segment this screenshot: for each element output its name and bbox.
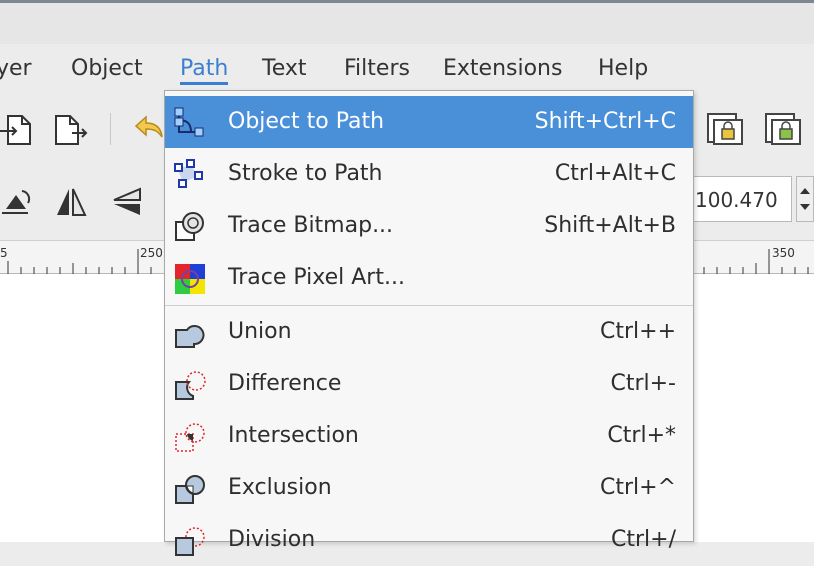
- rotate-icon[interactable]: [0, 185, 34, 223]
- menu-item-intersection[interactable]: Intersection Ctrl+*: [165, 410, 693, 462]
- menu-item-division[interactable]: Division Ctrl+/: [165, 514, 693, 566]
- menu-item-label: Intersection: [228, 423, 359, 448]
- menu-item-label: Exclusion: [228, 475, 332, 500]
- lock-icon[interactable]: [706, 111, 744, 151]
- lock-green-icon[interactable]: [764, 111, 802, 151]
- trace-bitmap-icon: [173, 210, 207, 244]
- menu-item-union[interactable]: Union Ctrl++: [165, 306, 693, 358]
- menu-filters[interactable]: Filters: [344, 44, 410, 91]
- menu-item-difference[interactable]: Difference Ctrl+-: [165, 358, 693, 410]
- difference-icon: [173, 368, 207, 402]
- menu-item-label: Trace Bitmap...: [228, 213, 394, 238]
- union-icon: [173, 316, 207, 350]
- menu-item-label: Stroke to Path: [228, 161, 383, 186]
- export-icon[interactable]: [54, 113, 88, 151]
- menu-item-exclusion[interactable]: Exclusion Ctrl+^: [165, 462, 693, 514]
- menu-item-label: Object to Path: [228, 109, 385, 134]
- menu-item-shortcut: Shift+Ctrl+C: [534, 109, 676, 134]
- menu-path[interactable]: Path: [180, 44, 229, 91]
- menu-text[interactable]: Text: [262, 44, 307, 91]
- menu-item-shortcut: Ctrl+*: [607, 423, 676, 448]
- menu-item-object-to-path[interactable]: Object to Path Shift+Ctrl+C: [165, 96, 693, 148]
- menu-item-label: Division: [228, 527, 316, 552]
- undo-icon[interactable]: [132, 111, 166, 149]
- menu-help[interactable]: Help: [598, 44, 648, 91]
- menu-item-trace-pixel-art[interactable]: Trace Pixel Art...: [165, 252, 693, 304]
- menu-item-shortcut: Ctrl+/: [611, 527, 676, 552]
- object-to-path-icon: [173, 106, 207, 140]
- zoom-value-field[interactable]: 100.470: [690, 176, 792, 222]
- menu-item-shortcut: Ctrl+Alt+C: [554, 161, 676, 186]
- menu-item-trace-bitmap[interactable]: Trace Bitmap... Shift+Alt+B: [165, 200, 693, 252]
- toolbar-separator: [110, 113, 111, 145]
- spinner-arrows-icon: [800, 188, 810, 210]
- path-menu-dropdown: Object to Path Shift+Ctrl+C Stroke to Pa…: [164, 90, 694, 556]
- division-icon: [173, 524, 207, 558]
- ruler-label-250: 250: [140, 246, 163, 260]
- menu-bar: yer Object Path Text Filters Extensions …: [0, 44, 814, 91]
- flip-horizontal-icon[interactable]: [54, 185, 88, 223]
- ruler-label-5: 5: [0, 246, 8, 260]
- menu-item-shortcut: Ctrl+^: [599, 475, 676, 500]
- trace-pixel-art-icon: [173, 262, 207, 296]
- exclusion-icon: [173, 472, 207, 506]
- menu-item-label: Difference: [228, 371, 342, 396]
- menu-item-shortcut: Shift+Alt+B: [544, 213, 676, 238]
- ruler-label-350: 350: [772, 246, 795, 260]
- flip-vertical-icon[interactable]: [110, 185, 144, 223]
- stroke-to-path-icon: [173, 158, 207, 192]
- menu-item-label: Trace Pixel Art...: [228, 265, 405, 290]
- intersection-icon: [173, 420, 207, 454]
- zoom-spinner[interactable]: [796, 176, 814, 222]
- menu-layer[interactable]: yer: [0, 44, 32, 91]
- import-icon[interactable]: [0, 113, 34, 151]
- menu-extensions[interactable]: Extensions: [443, 44, 562, 91]
- window-title-strip: [0, 0, 814, 44]
- menu-object[interactable]: Object: [71, 44, 143, 91]
- menu-item-shortcut: Ctrl+-: [610, 371, 676, 396]
- menu-item-stroke-to-path[interactable]: Stroke to Path Ctrl+Alt+C: [165, 148, 693, 200]
- menu-item-label: Union: [228, 319, 292, 344]
- menu-item-shortcut: Ctrl++: [599, 319, 676, 344]
